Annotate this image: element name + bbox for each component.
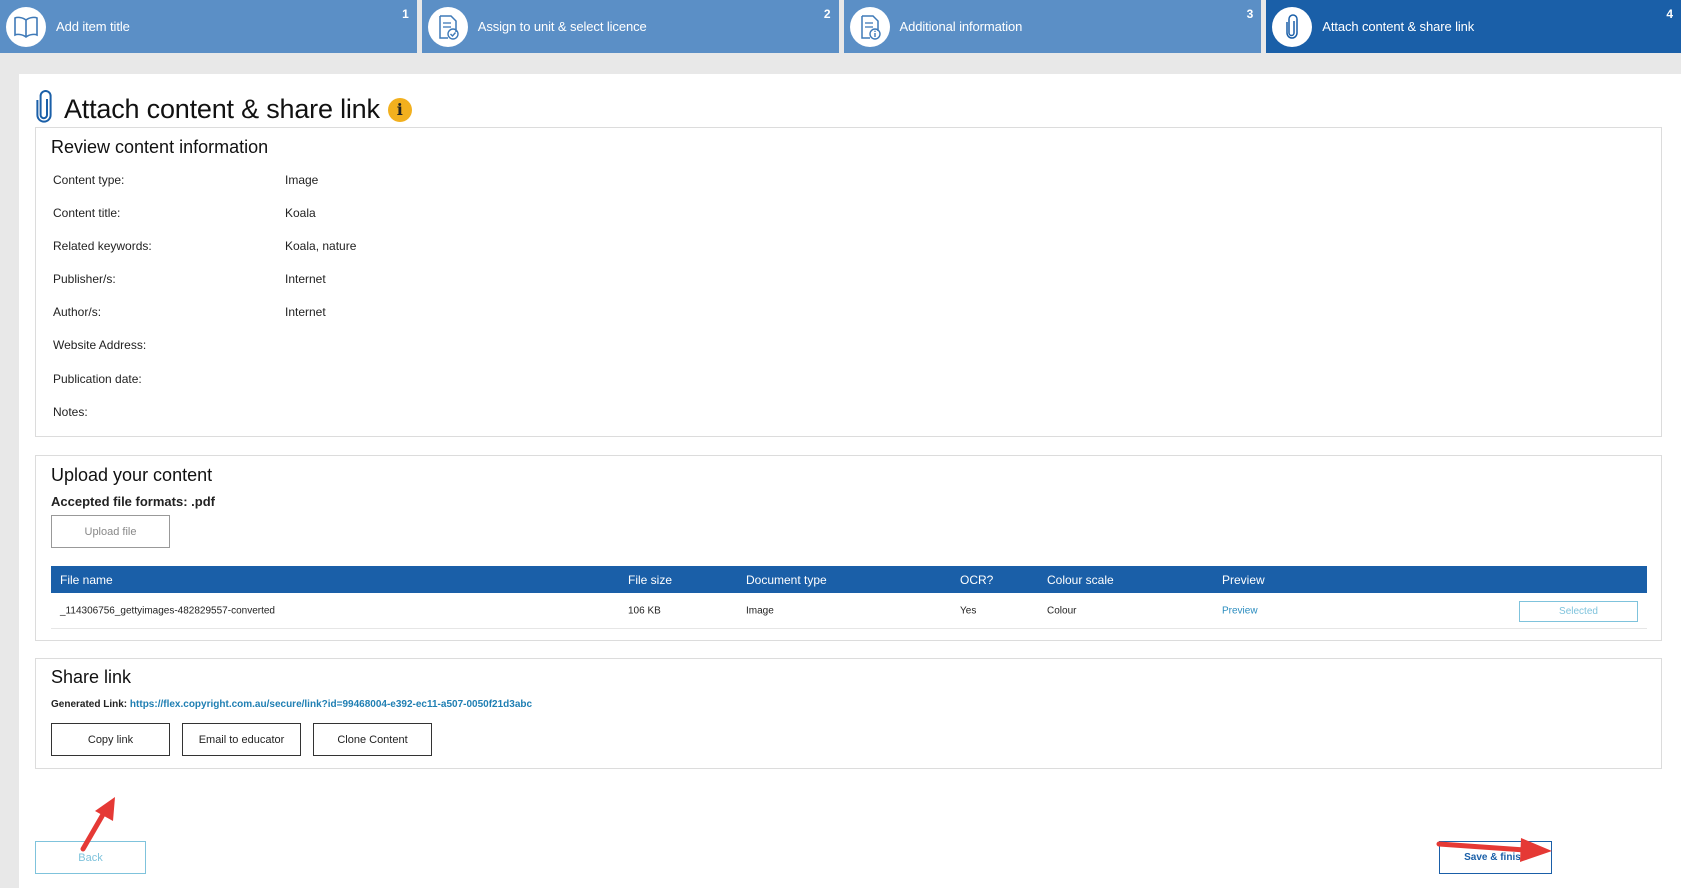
column-header-ocr: OCR?	[960, 572, 994, 587]
selected-button[interactable]: Selected	[1519, 601, 1638, 622]
author-value: Internet	[285, 305, 326, 319]
ocr-cell: Yes	[960, 605, 977, 616]
clone-content-button[interactable]: Clone Content	[313, 723, 432, 756]
column-header-colour-scale: Colour scale	[1047, 572, 1114, 587]
step-number: 1	[402, 7, 409, 21]
step-number: 4	[1666, 7, 1673, 21]
publication-date-label: Publication date:	[53, 372, 142, 386]
table-row: _114306756_gettyimages-482829557-convert…	[51, 593, 1647, 629]
upload-heading: Upload your content	[51, 465, 213, 485]
file-size-cell: 106 KB	[628, 605, 661, 616]
back-button[interactable]: Back	[35, 841, 146, 874]
file-name-cell: _114306756_gettyimages-482829557-convert…	[60, 605, 275, 616]
author-label: Author/s:	[53, 305, 102, 319]
generated-link-line: Generated Link: https://flex.copyright.c…	[51, 699, 532, 710]
copy-link-button[interactable]: Copy link	[51, 723, 170, 756]
accepted-formats: Accepted file formats: .pdf	[51, 494, 215, 509]
step-label: Assign to unit & select licence	[477, 19, 647, 34]
keywords-label: Related keywords:	[53, 239, 152, 253]
progress-stepper: Add item title 1 Assign to unit & select…	[0, 0, 1681, 53]
save-finish-button[interactable]: Save & finish	[1439, 841, 1552, 874]
files-table: File name File size Document type OCR? C…	[51, 566, 1647, 629]
page-heading: Attach content & share link	[64, 94, 380, 124]
share-panel: Share link Generated Link: https://flex.…	[35, 658, 1662, 769]
column-header-document-type: Document type	[746, 572, 827, 587]
column-header-file-size: File size	[628, 572, 673, 587]
content-title-label: Content title:	[53, 206, 121, 220]
column-header-preview: Preview	[1222, 572, 1265, 587]
publisher-label: Publisher/s:	[53, 272, 116, 286]
content-type-value: Image	[285, 173, 319, 187]
colour-scale-cell: Colour	[1047, 605, 1077, 616]
publisher-value: Internet	[285, 272, 326, 286]
book-icon	[6, 6, 46, 47]
main-content: Attach content & share link i Review con…	[19, 74, 1681, 888]
step-label: Additional information	[899, 19, 1023, 34]
preview-link[interactable]: Preview	[1222, 605, 1258, 616]
step-add-item-title[interactable]: Add item title 1	[0, 0, 417, 53]
document-check-icon	[427, 6, 468, 47]
info-icon[interactable]: i	[387, 97, 412, 122]
step-attach-content[interactable]: Attach content & share link 4	[1266, 0, 1681, 53]
step-number: 3	[1246, 7, 1254, 21]
document-type-cell: Image	[746, 605, 774, 616]
paperclip-icon	[34, 90, 54, 129]
email-educator-button[interactable]: Email to educator	[182, 723, 301, 756]
notes-label: Notes:	[53, 405, 88, 419]
page-title: Attach content & share link i	[34, 90, 412, 129]
step-number: 2	[823, 7, 831, 21]
share-heading: Share link	[51, 667, 132, 687]
step-label: Attach content & share link	[1322, 19, 1475, 34]
keywords-value: Koala, nature	[285, 239, 357, 253]
step-label: Add item title	[56, 19, 130, 34]
upload-panel: Upload your content Accepted file format…	[35, 455, 1662, 641]
paperclip-icon	[1272, 6, 1313, 47]
generated-link-url[interactable]: https://flex.copyright.com.au/secure/lin…	[130, 699, 532, 710]
document-info-icon	[849, 6, 890, 47]
content-type-label: Content type:	[53, 173, 125, 187]
review-heading: Review content information	[51, 137, 269, 157]
column-header-file-name: File name	[60, 572, 113, 587]
website-label: Website Address:	[53, 338, 147, 352]
table-header: File name File size Document type OCR? C…	[51, 566, 1647, 593]
step-assign-unit[interactable]: Assign to unit & select licence 2	[421, 0, 839, 53]
upload-file-button[interactable]: Upload file	[51, 515, 170, 548]
step-additional-information[interactable]: Additional information 3	[843, 0, 1262, 53]
content-title-value: Koala	[285, 206, 316, 220]
review-panel: Review content information Content type:…	[35, 127, 1662, 437]
generated-link-label: Generated Link:	[51, 699, 128, 710]
